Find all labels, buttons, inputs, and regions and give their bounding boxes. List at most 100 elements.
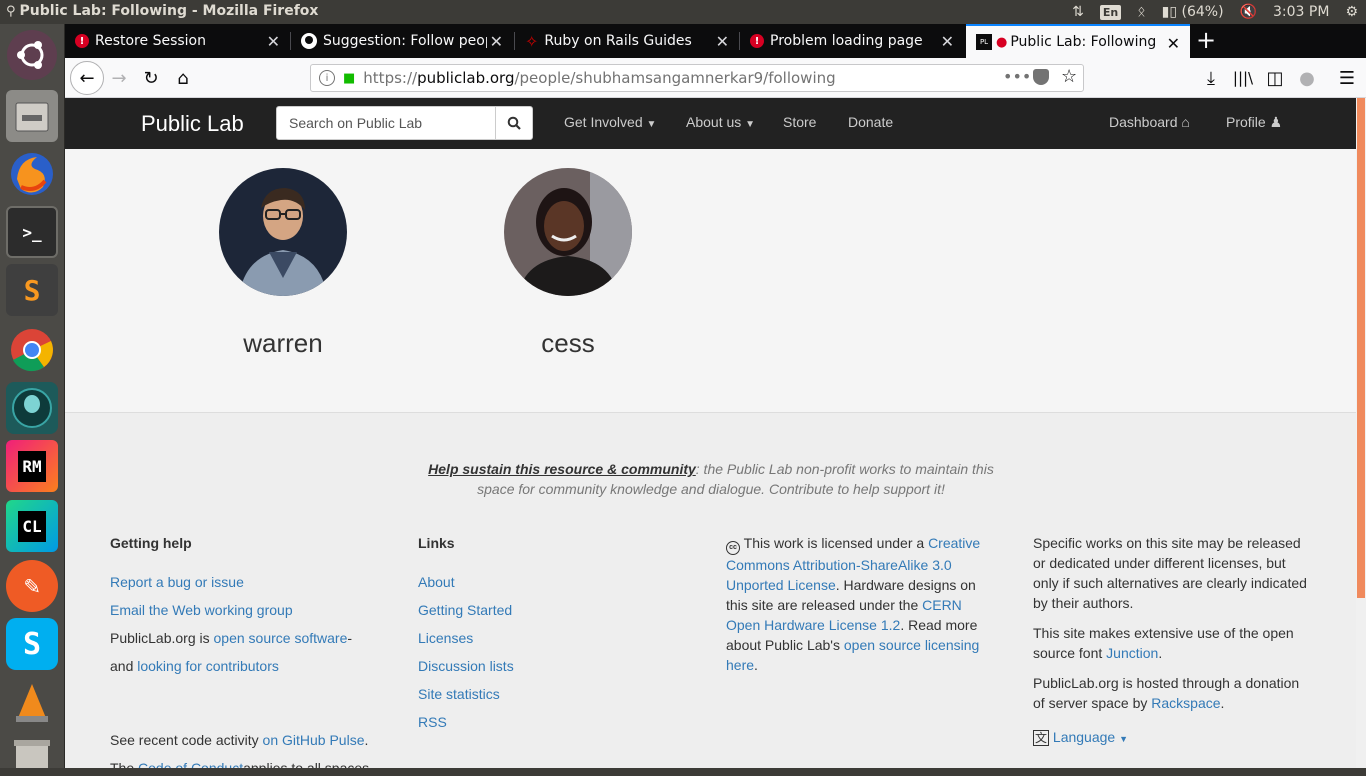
specific-works-text: Specific works on this site may be relea…	[1033, 535, 1307, 611]
nav-get-involved[interactable]: Get Involved ▼	[564, 114, 656, 130]
close-icon[interactable]: ✕	[267, 32, 280, 51]
gitkraken-icon[interactable]	[6, 382, 58, 434]
oss-dash: -	[347, 630, 353, 646]
github-icon	[301, 33, 317, 49]
tab-problem-loading[interactable]: ! Problem loading page ✕	[740, 24, 964, 58]
postman-icon[interactable]: ✎	[6, 560, 58, 612]
avatar[interactable]	[504, 168, 632, 296]
trash-icon[interactable]	[6, 724, 58, 776]
coc-prefix: The	[110, 760, 135, 768]
home-icon: ⌂	[1181, 114, 1190, 130]
site-navbar: Public Lab Search on Public Lab Get Invo…	[65, 98, 1356, 149]
footer-link-getting-started[interactable]: Getting Started	[418, 596, 618, 624]
clion-icon[interactable]: CL	[6, 500, 58, 552]
url-text[interactable]: https://publiclab.org/people/shubhamsang…	[363, 69, 835, 87]
new-tab-plus-icon[interactable]: +	[1196, 26, 1216, 54]
nav-about-us[interactable]: About us ▼	[686, 114, 755, 130]
caret-down-icon: ▼	[1119, 734, 1129, 744]
url-bar[interactable]: i ■ https://publiclab.org/people/shubham…	[310, 64, 1084, 92]
github-pulse-link[interactable]: on GitHub Pulse	[263, 730, 365, 750]
home-icon[interactable]: ⌂	[171, 66, 195, 90]
footer-getting-help: Getting help Report a bug or issue Email…	[110, 533, 400, 768]
sublime-text-icon[interactable]: S	[6, 264, 58, 316]
avatar[interactable]	[219, 168, 347, 296]
tab-label: Public Lab: Following	[1010, 34, 1157, 50]
files-icon[interactable]	[6, 90, 58, 142]
footer-link-site-statistics[interactable]: Site statistics	[418, 680, 618, 708]
code-of-conduct-link[interactable]: Code of Conduct	[138, 758, 243, 768]
error-icon: !	[750, 34, 764, 48]
nav-profile[interactable]: Profile ♟	[1226, 114, 1282, 131]
following-card-cess[interactable]: cess	[504, 168, 632, 358]
battery-indicator[interactable]: ▮▯ (64%)	[1154, 0, 1232, 24]
footer-link-licenses[interactable]: Licenses	[418, 624, 618, 652]
tab-restore-session[interactable]: ! Restore Session ✕	[65, 24, 290, 58]
window-title-area: ⚲ Public Lab: Following - Mozilla Firefo…	[6, 3, 318, 19]
close-icon[interactable]: ✕	[716, 32, 729, 51]
footer-link-rss[interactable]: RSS	[418, 708, 618, 736]
pin-icon: ●	[996, 34, 1008, 50]
hamburger-menu-icon[interactable]: ☰	[1335, 66, 1359, 90]
back-arrow-icon[interactable]: ←	[70, 61, 104, 95]
license-text-4: .	[754, 657, 758, 673]
font-suffix: .	[1158, 645, 1163, 661]
site-search-input[interactable]: Search on Public Lab	[276, 106, 496, 140]
terminal-icon[interactable]: >_	[6, 206, 58, 258]
volume-muted-icon[interactable]: 🔇	[1232, 0, 1265, 24]
ubuntu-dash-icon[interactable]	[7, 30, 57, 80]
tab-github-suggestion[interactable]: Suggestion: Follow peop ✕	[291, 24, 513, 58]
search-icon	[507, 116, 521, 130]
following-name[interactable]: warren	[183, 328, 383, 359]
site-footer: Help sustain this resource & community: …	[65, 412, 1356, 768]
footer-link-discussion-lists[interactable]: Discussion lists	[418, 652, 618, 680]
sidebar-icon[interactable]: ◫	[1263, 66, 1287, 90]
tab-rails-guides[interactable]: ✧ Ruby on Rails Guides ✕	[515, 24, 739, 58]
page-actions-icon[interactable]: •••	[1003, 67, 1031, 86]
page-scrollbar-thumb[interactable]	[1357, 98, 1365, 598]
junction-font-link[interactable]: Junction	[1106, 645, 1158, 661]
reload-icon[interactable]: ↻	[139, 66, 163, 90]
close-icon[interactable]: ✕	[1167, 34, 1180, 53]
bluetooth-icon[interactable]: ᛟ	[1129, 0, 1153, 24]
language-selector[interactable]: 文 Language ▼	[1033, 727, 1313, 749]
chrome-icon[interactable]	[6, 324, 58, 376]
downloads-icon[interactable]: ⤓	[1199, 66, 1223, 90]
info-icon[interactable]: i	[319, 70, 335, 86]
unity-launcher: >_ S RM CL ✎ S	[0, 24, 65, 768]
site-search-button[interactable]	[495, 106, 533, 140]
open-source-link[interactable]: open source software	[214, 628, 348, 648]
recent-activity-text: See recent code activity	[110, 732, 259, 748]
browser-nav-bar: ← → ↻ ⌂ i ■ https://publiclab.org/people…	[65, 58, 1366, 98]
firefox-icon[interactable]	[6, 148, 58, 200]
rackspace-link[interactable]: Rackspace	[1151, 695, 1220, 711]
nav-store[interactable]: Store	[783, 114, 816, 130]
report-bug-link[interactable]: Report a bug or issue	[110, 572, 244, 592]
following-card-warren[interactable]: warren	[219, 168, 347, 358]
rubymine-icon[interactable]: RM	[6, 440, 58, 492]
vlc-icon[interactable]	[6, 676, 58, 728]
nav-donate[interactable]: Donate	[848, 114, 893, 130]
close-icon[interactable]: ✕	[490, 32, 503, 51]
globe-icon[interactable]: ●	[1295, 66, 1319, 90]
library-icon[interactable]: |||\	[1231, 66, 1255, 90]
system-gear-icon[interactable]: ⚙	[1337, 0, 1366, 24]
tab-public-lab-following[interactable]: PL ● Public Lab: Following ✕	[966, 24, 1190, 58]
contributors-link[interactable]: looking for contributors	[137, 656, 279, 676]
nav-dashboard[interactable]: Dashboard ⌂	[1109, 114, 1190, 130]
skype-icon[interactable]: S	[6, 618, 58, 670]
network-arrows-icon[interactable]: ⇅	[1064, 0, 1092, 24]
clock[interactable]: 3:03 PM	[1265, 0, 1337, 24]
close-icon[interactable]: ✕	[941, 32, 954, 51]
lock-icon[interactable]: ■	[343, 71, 355, 86]
sustain-link[interactable]: Help sustain this resource & community	[428, 461, 696, 477]
location-pin-icon: ⚲	[6, 3, 16, 19]
pocket-icon[interactable]	[1033, 69, 1049, 85]
following-name[interactable]: cess	[468, 328, 668, 359]
user-icon: ♟	[1269, 114, 1283, 130]
footer-link-about[interactable]: About	[418, 568, 618, 596]
forward-arrow-icon[interactable]: →	[107, 66, 131, 90]
bookmark-star-icon[interactable]: ☆	[1061, 66, 1077, 87]
email-working-group-link[interactable]: Email the Web working group	[110, 600, 293, 620]
site-brand[interactable]: Public Lab	[141, 111, 244, 137]
keyboard-indicator[interactable]: En	[1092, 0, 1129, 24]
